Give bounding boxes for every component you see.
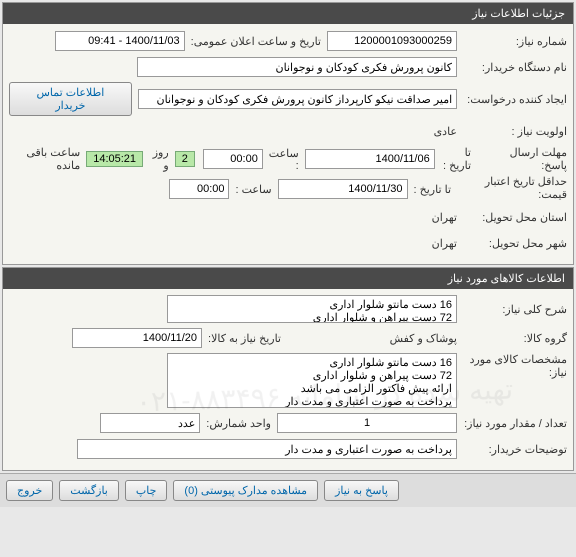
delivery-city-label: شهر محل تحویل: xyxy=(457,237,567,250)
back-button[interactable]: بازگشت xyxy=(59,480,119,501)
buyer-input[interactable] xyxy=(137,57,457,77)
response-date-input[interactable] xyxy=(305,149,435,169)
row-price-validity: حداقل تاریخ اعتبار قیمت: تا تاریخ : ساعت… xyxy=(9,176,567,202)
buyer-notes-label: توضیحات خریدار: xyxy=(457,443,567,456)
response-time-input[interactable] xyxy=(203,149,263,169)
row-buyer: نام دستگاه خریدار: xyxy=(9,56,567,78)
announce-label: تاریخ و ساعت اعلان عمومی: xyxy=(185,35,327,48)
print-button[interactable]: چاپ xyxy=(125,480,168,501)
goods-info-panel: اطلاعات کالاهای مورد نیاز تهیه شده در سا… xyxy=(2,267,574,471)
row-response-deadline: مهلت ارسال پاسخ: تا تاریخ : ساعت : 2 روز… xyxy=(9,146,567,172)
row-creator: ایجاد کننده درخواست: اطلاعات تماس خریدار xyxy=(9,82,567,116)
announce-date-input[interactable] xyxy=(55,31,185,51)
need-by-date-input[interactable] xyxy=(72,328,202,348)
buyer-notes-input[interactable] xyxy=(77,439,457,459)
creator-input[interactable] xyxy=(138,89,457,109)
goods-info-header: اطلاعات کالاهای مورد نیاز xyxy=(3,268,573,289)
need-number-input[interactable] xyxy=(327,31,457,51)
time-label-1: ساعت : xyxy=(263,147,305,172)
time-label-2: ساعت : xyxy=(229,183,277,196)
group-label: گروه کالا: xyxy=(457,332,567,345)
attachments-button[interactable]: مشاهده مدارک پیوستی (0) xyxy=(173,480,318,501)
response-deadline-label: مهلت ارسال پاسخ: xyxy=(477,146,567,172)
qty-input[interactable] xyxy=(277,413,457,433)
time-left-box: 14:05:21 xyxy=(86,151,143,167)
need-number-label: شماره نیاز: xyxy=(457,35,567,48)
delivery-province-label: استان محل تحویل: xyxy=(457,211,567,224)
spec-label: مشخصات کالای مورد نیاز: xyxy=(457,353,567,379)
row-spec: مشخصات کالای مورد نیاز: xyxy=(9,353,567,408)
price-time-input[interactable] xyxy=(169,179,229,199)
need-info-header: جزئیات اطلاعات نیاز xyxy=(3,3,573,24)
days-left-box: 2 xyxy=(175,151,195,167)
until-label-1: تا تاریخ : xyxy=(435,146,477,172)
qty-label: تعداد / مقدار مورد نیاز: xyxy=(457,417,567,430)
desc-textarea[interactable] xyxy=(167,295,457,323)
delivery-province-value: تهران xyxy=(432,211,457,224)
row-delivery-city: شهر محل تحویل: تهران xyxy=(9,232,567,254)
row-group: گروه کالا: پوشاک و کفش تاریخ نیاز به کال… xyxy=(9,327,567,349)
price-date-input[interactable] xyxy=(278,179,408,199)
need-info-body: شماره نیاز: تاریخ و ساعت اعلان عمومی: نا… xyxy=(3,24,573,264)
delivery-city-value: تهران xyxy=(432,237,457,250)
priority-value: عادی xyxy=(434,125,457,138)
remaining-label: ساعت باقی مانده xyxy=(9,146,86,172)
row-delivery-province: استان محل تحویل: تهران xyxy=(9,206,567,228)
respond-button[interactable]: پاسخ به نیاز xyxy=(324,480,399,501)
creator-label: ایجاد کننده درخواست: xyxy=(457,93,567,106)
button-bar: پاسخ به نیاز مشاهده مدارک پیوستی (0) چاپ… xyxy=(0,473,576,507)
exit-button[interactable]: خروج xyxy=(6,480,53,501)
goods-info-body: تهیه شده در سامانه ۸۸۳۴۹۶-۰۲۱ شرح کلی نی… xyxy=(3,289,573,470)
row-priority: اولویت نیاز : عادی xyxy=(9,120,567,142)
unit-label: واحد شمارش: xyxy=(200,417,277,430)
row-qty: تعداد / مقدار مورد نیاز: واحد شمارش: xyxy=(9,412,567,434)
days-unit: روز و xyxy=(143,146,175,172)
row-desc: شرح کلی نیاز: xyxy=(9,295,567,323)
until-label-2: تا تاریخ : xyxy=(408,183,457,196)
need-by-label: تاریخ نیاز به کالا: xyxy=(202,332,287,345)
desc-label: شرح کلی نیاز: xyxy=(457,303,567,316)
group-value: پوشاک و کفش xyxy=(287,332,457,345)
row-need-number: شماره نیاز: تاریخ و ساعت اعلان عمومی: xyxy=(9,30,567,52)
price-validity-label: حداقل تاریخ اعتبار قیمت: xyxy=(457,176,567,202)
unit-input[interactable] xyxy=(100,413,200,433)
buyer-label: نام دستگاه خریدار: xyxy=(457,61,567,74)
priority-label: اولویت نیاز : xyxy=(457,125,567,138)
need-info-panel: جزئیات اطلاعات نیاز شماره نیاز: تاریخ و … xyxy=(2,2,574,265)
row-buyer-notes: توضیحات خریدار: xyxy=(9,438,567,460)
contact-buyer-button[interactable]: اطلاعات تماس خریدار xyxy=(9,82,132,116)
spec-textarea[interactable] xyxy=(167,353,457,408)
